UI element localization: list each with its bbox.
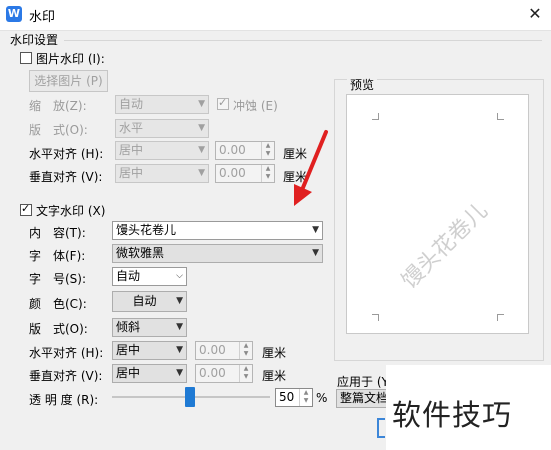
text-watermark-label: 文字水印 (X) xyxy=(36,204,106,218)
text-v-unit: 厘米 xyxy=(262,369,287,383)
chevron-down-icon: ▼ xyxy=(176,345,183,355)
chevron-down-icon: ▼ xyxy=(176,322,183,332)
text-h-align-dropdown[interactable]: 居中 ▼ xyxy=(112,341,187,360)
apply-to-value: 整篇文档 xyxy=(340,391,389,405)
text-h-unit: 厘米 xyxy=(262,346,287,360)
text-v-align-dropdown[interactable]: 居中 ▼ xyxy=(112,364,187,383)
chevron-down-icon: ▼ xyxy=(312,225,319,235)
picture-h-align-value: 居中 xyxy=(119,143,144,157)
chevron-down-icon: ⌵ xyxy=(176,271,183,281)
color-label: 颜 色(C): xyxy=(29,297,87,311)
picture-watermark-label: 图片水印 (I): xyxy=(36,52,105,66)
transparency-spinner[interactable]: 50 ▲ ▼ xyxy=(275,388,313,407)
text-watermark-checkbox[interactable] xyxy=(20,202,32,216)
text-layout-dropdown[interactable]: 倾斜 ▼ xyxy=(112,318,187,337)
size-value: 自动 xyxy=(116,269,141,283)
watermark-dialog: W 水印 ✕ 水印设置 图片水印 (I): 选择图片 (P) 缩 放(Z): 自… xyxy=(0,0,551,450)
site-watermark-text: 软件技巧 xyxy=(392,398,513,432)
dialog-title: 水印 xyxy=(29,10,56,25)
picture-v-align-dropdown[interactable]: 居中 ▼ xyxy=(115,164,209,183)
size-combobox[interactable]: 自动 ⌵ xyxy=(112,267,187,286)
picture-v-align-label: 垂直对齐 (V): xyxy=(29,170,103,184)
group-divider xyxy=(64,40,542,41)
size-label: 字 号(S): xyxy=(29,272,87,286)
crop-mark-tl xyxy=(372,113,379,120)
close-button[interactable]: ✕ xyxy=(523,3,547,25)
washout-label: 冲蚀 (E) xyxy=(233,99,278,113)
font-label: 字 体(F): xyxy=(29,249,86,263)
partial-button-edge[interactable] xyxy=(377,418,385,438)
text-v-offset-value: 0.00 xyxy=(199,366,226,380)
transparency-slider-thumb[interactable] xyxy=(185,387,195,407)
content-combobox[interactable]: 馒头花卷儿 ▼ xyxy=(112,221,323,240)
color-dropdown[interactable]: 自动 ▼ xyxy=(112,291,187,312)
text-layout-value: 倾斜 xyxy=(116,320,141,334)
transparency-unit: % xyxy=(316,391,328,405)
chevron-down-icon: ▼ xyxy=(198,168,205,178)
picture-h-align-label: 水平对齐 (H): xyxy=(29,147,104,161)
watermark-settings-label: 水印设置 xyxy=(10,33,59,47)
washout-checkbox[interactable] xyxy=(217,96,229,110)
chevron-down-icon: ▼ xyxy=(176,296,183,306)
title-bar: W 水印 ✕ xyxy=(0,0,551,31)
spin-updown-icon[interactable]: ▲ ▼ xyxy=(239,365,252,382)
picture-layout-value: 水平 xyxy=(119,121,144,135)
picture-v-align-value: 居中 xyxy=(119,166,144,180)
picture-v-offset-spinner[interactable]: 0.00 ▲ ▼ xyxy=(215,164,275,183)
text-v-align-label: 垂直对齐 (V): xyxy=(29,369,103,383)
picture-h-offset-value: 0.00 xyxy=(219,143,246,157)
color-value: 自动 xyxy=(132,294,157,308)
picture-v-offset-value: 0.00 xyxy=(219,166,246,180)
chevron-down-icon: ▼ xyxy=(198,123,205,133)
scale-value: 自动 xyxy=(119,97,144,111)
transparency-label: 透 明 度 (R): xyxy=(29,393,99,407)
scale-label: 缩 放(Z): xyxy=(29,99,87,113)
text-h-offset-spinner[interactable]: 0.00 ▲ ▼ xyxy=(195,341,253,360)
text-v-offset-spinner[interactable]: 0.00 ▲ ▼ xyxy=(195,364,253,383)
content-value: 馒头花卷儿 xyxy=(116,223,177,237)
chevron-down-icon: ▼ xyxy=(312,248,319,258)
picture-layout-label: 版 式(O): xyxy=(29,123,88,137)
picture-watermark-checkbox[interactable] xyxy=(20,52,32,64)
chevron-down-icon: ▼ xyxy=(198,99,205,109)
text-h-align-value: 居中 xyxy=(116,343,141,357)
red-arrow-annotation xyxy=(294,130,328,206)
preview-label: 预览 xyxy=(347,76,378,93)
text-v-align-value: 居中 xyxy=(116,366,141,380)
spin-updown-icon[interactable]: ▲ ▼ xyxy=(261,165,274,182)
font-dropdown[interactable]: 微软雅黑 ▼ xyxy=(112,244,323,263)
font-value: 微软雅黑 xyxy=(116,246,165,260)
text-h-align-label: 水平对齐 (H): xyxy=(29,346,104,360)
spin-updown-icon[interactable]: ▲ ▼ xyxy=(299,389,312,406)
content-label: 内 容(T): xyxy=(29,226,86,240)
apply-to-label: 应用于 (Y xyxy=(337,375,389,389)
picture-h-align-dropdown[interactable]: 居中 ▼ xyxy=(115,141,209,160)
preview-page xyxy=(346,94,529,334)
scale-dropdown[interactable]: 自动 ▼ xyxy=(115,95,209,114)
crop-mark-br xyxy=(497,314,504,321)
crop-mark-tr xyxy=(497,113,504,120)
chevron-down-icon: ▼ xyxy=(198,145,205,155)
text-layout-label: 版 式(O): xyxy=(29,322,88,336)
picture-layout-dropdown[interactable]: 水平 ▼ xyxy=(115,119,209,138)
picture-h-offset-spinner[interactable]: 0.00 ▲ ▼ xyxy=(215,141,275,160)
text-h-offset-value: 0.00 xyxy=(199,343,226,357)
crop-mark-bl xyxy=(372,314,379,321)
transparency-value: 50 xyxy=(279,390,295,404)
select-picture-button[interactable]: 选择图片 (P) xyxy=(29,70,108,92)
spin-updown-icon[interactable]: ▲ ▼ xyxy=(261,142,274,159)
wps-app-icon: W xyxy=(6,6,22,22)
spin-updown-icon[interactable]: ▲ ▼ xyxy=(239,342,252,359)
chevron-down-icon: ▼ xyxy=(176,368,183,378)
